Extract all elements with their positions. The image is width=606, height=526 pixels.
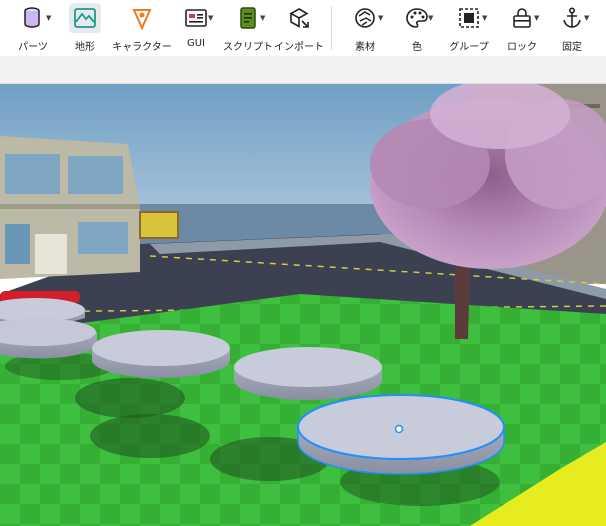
- shadow: [75, 378, 185, 418]
- gui-dropdown-icon[interactable]: ▼: [208, 14, 213, 22]
- group-icon: [459, 8, 479, 28]
- import-label: インポート: [274, 42, 324, 53]
- anchor-icon: [563, 7, 581, 28]
- script-label: スクリプト: [223, 42, 273, 53]
- character-button[interactable]: キャラクター: [112, 2, 172, 53]
- material-dropdown-icon[interactable]: ▼: [378, 14, 383, 22]
- selected-cylinder-part[interactable]: [297, 394, 505, 475]
- anchor-dropdown-icon[interactable]: ▼: [584, 14, 589, 22]
- lock-button[interactable]: ▼ ロック: [500, 2, 544, 53]
- character-icon: [132, 9, 152, 30]
- street-sign: [139, 211, 179, 239]
- color-dropdown-icon[interactable]: ▼: [428, 14, 433, 22]
- color-label: 色: [412, 42, 422, 53]
- group-dropdown-icon[interactable]: ▼: [482, 14, 487, 22]
- group-button[interactable]: ▼ グループ: [444, 2, 494, 53]
- material-button[interactable]: ▼ 素材: [342, 2, 388, 53]
- building-left: [0, 136, 140, 279]
- material-icon: [355, 8, 375, 28]
- character-label: キャラクター: [112, 42, 172, 53]
- color-button[interactable]: ▼ 色: [396, 2, 438, 53]
- terrain-icon: [74, 8, 96, 28]
- material-label: 素材: [355, 42, 375, 53]
- script-button[interactable]: ▼ スクリプト: [222, 2, 274, 53]
- parts-dropdown-icon[interactable]: ▼: [46, 14, 51, 22]
- scene: [0, 84, 606, 526]
- lock-icon: [513, 8, 531, 28]
- cylinder-part-4[interactable]: [234, 347, 382, 400]
- selection-pivot-icon[interactable]: [394, 424, 404, 434]
- studio-toolbar: ▼ パーツ 地形 キャラクター ▼ GUI ▼ スクリプト インポート ▼ 素材…: [0, 0, 606, 56]
- gui-label: GUI: [186, 38, 206, 49]
- cylinder-part-3[interactable]: [92, 330, 230, 378]
- terrain-button[interactable]: 地形: [62, 2, 108, 53]
- gui-icon: [185, 9, 207, 27]
- shadow: [90, 414, 210, 458]
- cylinder-part-2[interactable]: [0, 318, 97, 359]
- parts-button[interactable]: ▼ パーツ: [10, 2, 56, 53]
- 3d-viewport[interactable]: [0, 84, 606, 526]
- toolbar-separator: [331, 6, 332, 50]
- lock-label: ロック: [507, 42, 537, 53]
- terrain-label: 地形: [75, 42, 95, 53]
- script-dropdown-icon[interactable]: ▼: [260, 14, 265, 22]
- part-cylinder-icon: [24, 7, 40, 28]
- toolbar-bottom-strip: [0, 56, 606, 84]
- parts-label: パーツ: [18, 42, 48, 53]
- import-button[interactable]: インポート: [274, 2, 324, 53]
- anchor-button[interactable]: ▼ 固定: [550, 2, 594, 53]
- lock-dropdown-icon[interactable]: ▼: [534, 14, 539, 22]
- gui-button[interactable]: ▼ GUI: [174, 2, 218, 52]
- group-label: グループ: [449, 42, 489, 53]
- script-icon: [240, 7, 256, 29]
- import-icon: [289, 8, 309, 28]
- anchor-label: 固定: [562, 42, 582, 53]
- color-palette-icon: [406, 8, 428, 28]
